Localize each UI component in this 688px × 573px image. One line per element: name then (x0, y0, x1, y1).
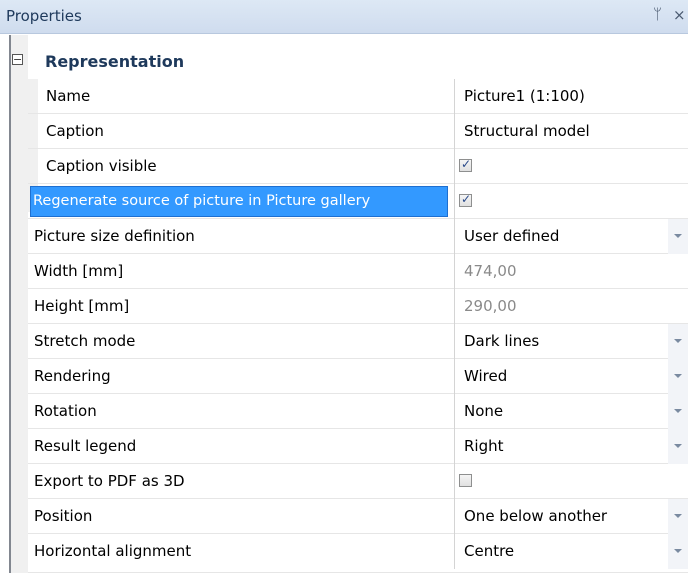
property-name: Regenerate source of picture in Picture … (33, 193, 371, 209)
grid-gutter (11, 35, 28, 573)
regenerate-checkbox[interactable]: ✓ (459, 192, 472, 207)
property-value[interactable]: Right (464, 429, 664, 464)
column-divider (454, 79, 455, 114)
property-name: Picture size definition (34, 227, 195, 245)
property-row-horizontal-alignment[interactable]: Horizontal alignment Centre (28, 534, 688, 573)
dropdown-button[interactable] (668, 429, 688, 464)
column-divider (454, 394, 455, 429)
chevron-down-icon (674, 514, 682, 518)
property-row-result-legend[interactable]: Result legend Right (28, 429, 688, 464)
column-divider (454, 184, 455, 219)
property-name: Caption (46, 122, 104, 140)
property-name: Caption visible (46, 157, 157, 175)
property-name: Rotation (34, 402, 97, 420)
property-row-stretch-mode[interactable]: Stretch mode Dark lines (28, 324, 688, 359)
category-representation[interactable]: − Representation (11, 44, 688, 79)
column-divider (454, 534, 455, 569)
property-value[interactable]: Centre (464, 534, 664, 569)
property-name: Position (34, 507, 93, 525)
property-value: 474,00 (464, 262, 517, 280)
dropdown-button[interactable] (668, 359, 688, 394)
column-divider (454, 254, 455, 289)
export-pdf-3d-checkbox[interactable] (459, 474, 472, 487)
property-row-name[interactable]: Name Picture1 (1:100) (28, 79, 688, 114)
dropdown-button[interactable] (668, 499, 688, 534)
property-value[interactable]: Dark lines (464, 324, 664, 359)
property-name: Export to PDF as 3D (34, 472, 185, 490)
panel-title: Properties (6, 7, 82, 25)
property-name: Height [mm] (34, 297, 130, 315)
column-divider (454, 219, 455, 254)
column-divider (454, 464, 455, 499)
property-name: Result legend (34, 437, 137, 455)
dropdown-button[interactable] (668, 324, 688, 359)
column-divider (454, 114, 455, 149)
property-row-caption[interactable]: Caption Structural model (28, 114, 688, 149)
property-name: Horizontal alignment (34, 542, 192, 560)
column-divider (454, 429, 455, 464)
column-divider (454, 289, 455, 324)
property-value[interactable]: User defined (464, 219, 664, 254)
property-row-picture-size[interactable]: Picture size definition User defined (28, 219, 688, 254)
chevron-down-icon (674, 339, 682, 343)
property-row-rotation[interactable]: Rotation None (28, 394, 688, 429)
property-value[interactable]: Structural model (464, 114, 664, 149)
property-row-export-pdf-3d[interactable]: Export to PDF as 3D (28, 464, 688, 499)
property-row-width[interactable]: Width [mm] 474,00 (28, 254, 688, 289)
property-name: Width [mm] (34, 262, 124, 280)
chevron-down-icon (674, 444, 682, 448)
property-row-height[interactable]: Height [mm] 290,00 (28, 289, 688, 324)
property-row-caption-visible[interactable]: Caption visible ✓ (28, 149, 688, 184)
property-value[interactable]: Wired (464, 359, 664, 394)
caption-visible-checkbox[interactable]: ✓ (459, 157, 472, 172)
dropdown-button[interactable] (668, 534, 688, 569)
column-divider (454, 359, 455, 394)
property-value[interactable]: None (464, 394, 664, 429)
property-name: Name (46, 87, 91, 105)
close-icon[interactable]: × (673, 6, 686, 24)
property-value[interactable]: Picture1 (1:100) (464, 79, 664, 114)
property-row-regenerate[interactable]: Regenerate source of picture in Picture … (28, 184, 688, 219)
column-divider (454, 149, 455, 184)
property-name: Stretch mode (34, 332, 136, 350)
dropdown-button[interactable] (668, 394, 688, 429)
chevron-down-icon (674, 549, 682, 553)
collapse-icon[interactable]: − (12, 54, 23, 65)
property-name: Rendering (34, 367, 111, 385)
dropdown-button[interactable] (668, 219, 688, 254)
column-divider (454, 499, 455, 534)
checkmark-icon: ✓ (461, 157, 472, 171)
property-row-rendering[interactable]: Rendering Wired (28, 359, 688, 394)
property-row-position[interactable]: Position One below another (28, 499, 688, 534)
category-label: Representation (45, 52, 185, 71)
chevron-down-icon (674, 234, 682, 238)
property-value[interactable]: One below another (464, 499, 664, 534)
chevron-down-icon (674, 374, 682, 378)
checkmark-icon: ✓ (461, 192, 472, 206)
properties-titlebar: Properties ᛘ × (0, 0, 688, 34)
chevron-down-icon (674, 409, 682, 413)
pin-icon[interactable]: ᛘ (653, 5, 662, 23)
property-value: 290,00 (464, 297, 517, 315)
column-divider (454, 324, 455, 359)
